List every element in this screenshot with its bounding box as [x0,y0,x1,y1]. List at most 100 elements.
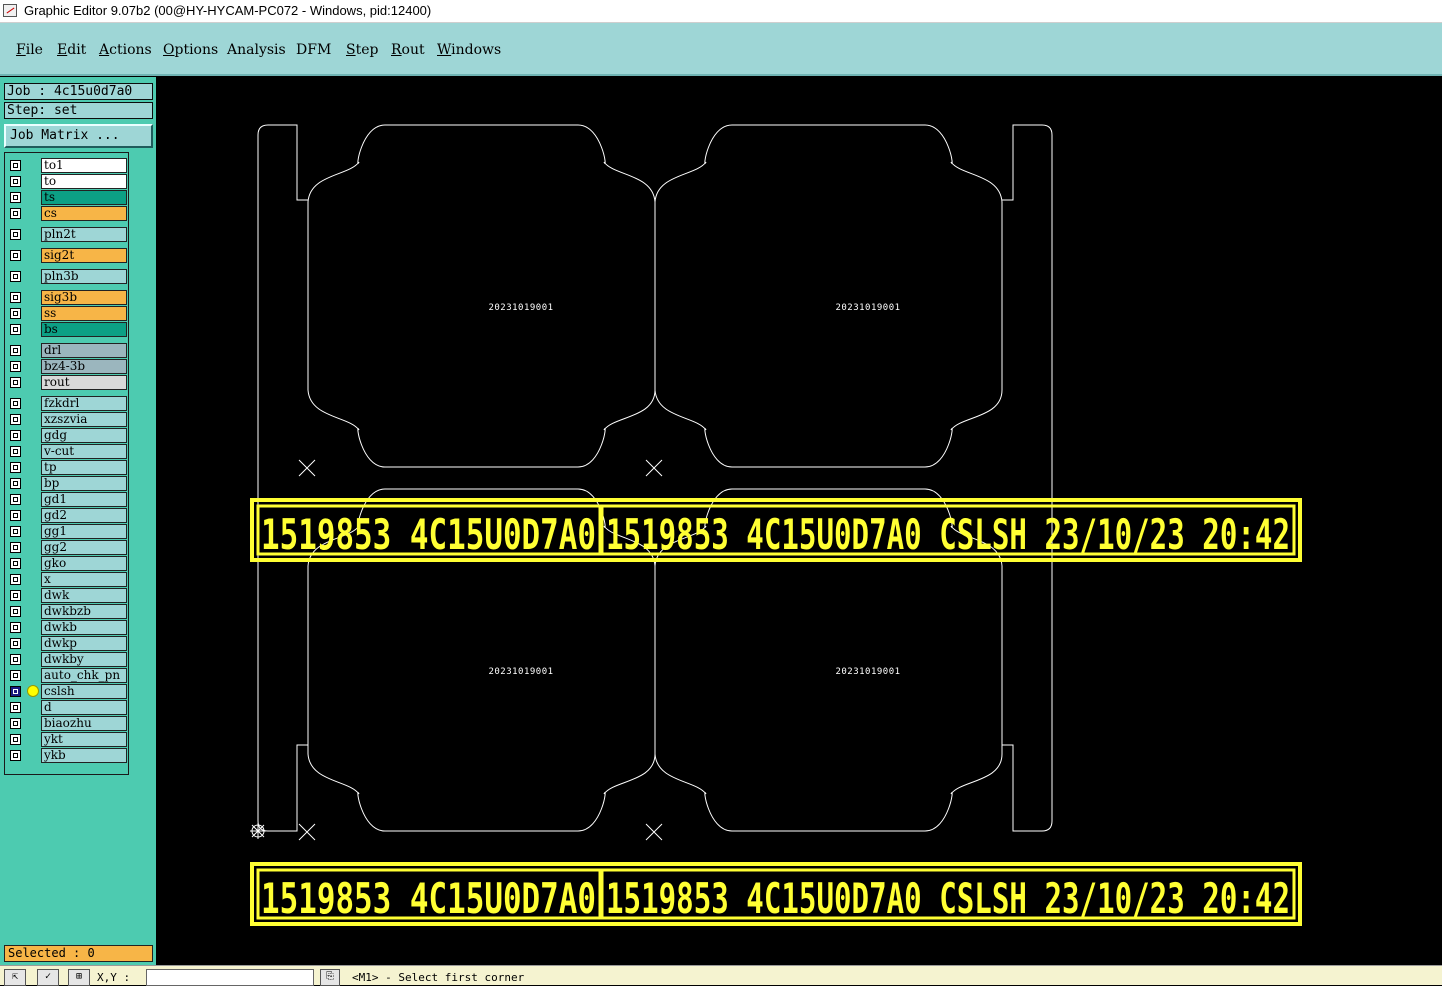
layer-row-gg1[interactable]: gg1 [5,524,130,539]
xy-input[interactable] [146,969,314,986]
layer-name[interactable]: gdg [41,428,127,443]
menu-dfm[interactable]: DFM [296,42,331,58]
layer-checkbox[interactable] [10,324,21,335]
layer-name[interactable]: ykb [41,748,127,763]
layer-row-xzszvia[interactable]: xzszvia [5,412,130,427]
layer-name[interactable]: dwkp [41,636,127,651]
menu-analysis[interactable]: Analysis [227,42,286,58]
layer-row-d[interactable]: d [5,700,130,715]
layer-row-sig2t[interactable]: sig2t [5,248,130,263]
layer-name[interactable]: auto_chk_pn [41,668,127,683]
layer-checkbox[interactable] [10,686,21,697]
layer-name[interactable]: rout [41,375,127,390]
layer-row-gd2[interactable]: gd2 [5,508,130,523]
layer-name[interactable]: dwkb [41,620,127,635]
layer-checkbox[interactable] [10,229,21,240]
layer-row-tp[interactable]: tp [5,460,130,475]
layer-row-fzkdrl[interactable]: fzkdrl [5,396,130,411]
layer-name[interactable]: sig3b [41,290,127,305]
layer-checkbox[interactable] [10,250,21,261]
layer-row-gd1[interactable]: gd1 [5,492,130,507]
layer-checkbox[interactable] [10,446,21,457]
layer-checkbox[interactable] [10,361,21,372]
layer-checkbox[interactable] [10,398,21,409]
layer-name[interactable]: d [41,700,127,715]
layer-name[interactable]: fzkdrl [41,396,127,411]
layer-name[interactable]: bp [41,476,127,491]
layer-row-ss[interactable]: ss [5,306,130,321]
layer-name[interactable]: sig2t [41,248,127,263]
layer-name[interactable]: ts [41,190,127,205]
menu-windows[interactable]: Windows [437,42,501,58]
layer-name[interactable]: biaozhu [41,716,127,731]
layer-checkbox[interactable] [10,670,21,681]
layer-name[interactable]: gg2 [41,540,127,555]
layer-checkbox[interactable] [10,750,21,761]
layer-row-to[interactable]: to [5,174,130,189]
layer-checkbox[interactable] [10,622,21,633]
layer-row-ykb[interactable]: ykb [5,748,130,763]
layer-checkbox[interactable] [10,271,21,282]
layer-row-bp[interactable]: bp [5,476,130,491]
layer-checkbox[interactable] [10,542,21,553]
zoom-icon[interactable]: ⇱ [4,969,26,986]
layer-name[interactable]: gko [41,556,127,571]
layer-checkbox[interactable] [10,654,21,665]
layer-name[interactable]: gg1 [41,524,127,539]
origin-icon[interactable]: ⎘ [320,969,340,986]
layer-checkbox[interactable] [10,478,21,489]
layer-checkbox[interactable] [10,590,21,601]
menu-edit[interactable]: Edit [57,42,86,58]
layer-row-cs[interactable]: cs [5,206,130,221]
layer-row-cslsh[interactable]: cslsh [5,684,130,699]
layer-row-dwk[interactable]: dwk [5,588,130,603]
job-matrix-button[interactable]: Job Matrix ... [4,124,153,148]
layer-checkbox[interactable] [10,638,21,649]
layer-row-gdg[interactable]: gdg [5,428,130,443]
layer-name[interactable]: drl [41,343,127,358]
check-icon[interactable]: ✓ [37,969,59,986]
layer-row-pln3b[interactable]: pln3b [5,269,130,284]
layer-name[interactable]: to1 [41,158,127,173]
layer-row-rout[interactable]: rout [5,375,130,390]
layer-checkbox[interactable] [10,292,21,303]
layer-checkbox[interactable] [10,526,21,537]
layer-checkbox[interactable] [10,160,21,171]
layer-checkbox[interactable] [10,176,21,187]
layer-row-ykt[interactable]: ykt [5,732,130,747]
layer-name[interactable]: pln3b [41,269,127,284]
layer-name[interactable]: cs [41,206,127,221]
layer-checkbox[interactable] [10,606,21,617]
menu-rout[interactable]: Rout [391,42,425,58]
layer-checkbox[interactable] [10,414,21,425]
layer-name[interactable]: dwkbzb [41,604,127,619]
layer-name[interactable]: cslsh [41,684,127,699]
layer-row-gko[interactable]: gko [5,556,130,571]
layer-row-drl[interactable]: drl [5,343,130,358]
layer-row-auto_chk_pn[interactable]: auto_chk_pn [5,668,130,683]
layer-checkbox[interactable] [10,718,21,729]
layer-name[interactable]: gd1 [41,492,127,507]
layer-row-to1[interactable]: to1 [5,158,130,173]
layer-row-dwkb[interactable]: dwkb [5,620,130,635]
layer-row-bs[interactable]: bs [5,322,130,337]
layer-checkbox[interactable] [10,510,21,521]
layer-row-dwkby[interactable]: dwkby [5,652,130,667]
layer-name[interactable]: ykt [41,732,127,747]
layer-row-dwkbzb[interactable]: dwkbzb [5,604,130,619]
layer-row-pln2t[interactable]: pln2t [5,227,130,242]
layer-name[interactable]: pln2t [41,227,127,242]
grid-icon[interactable]: ⊞ [68,969,90,986]
layer-checkbox[interactable] [10,377,21,388]
layer-name[interactable]: to [41,174,127,189]
menu-step[interactable]: Step [346,42,378,58]
layer-checkbox[interactable] [10,574,21,585]
layer-name[interactable]: ss [41,306,127,321]
graphics-canvas[interactable]: 20231019001 20231019001 20231019001 2023101… [156,78,1442,965]
layer-checkbox[interactable] [10,494,21,505]
layer-name[interactable]: v-cut [41,444,127,459]
layer-row-x[interactable]: x [5,572,130,587]
layer-checkbox[interactable] [10,430,21,441]
layer-row-ts[interactable]: ts [5,190,130,205]
menu-options[interactable]: Options [163,42,218,58]
